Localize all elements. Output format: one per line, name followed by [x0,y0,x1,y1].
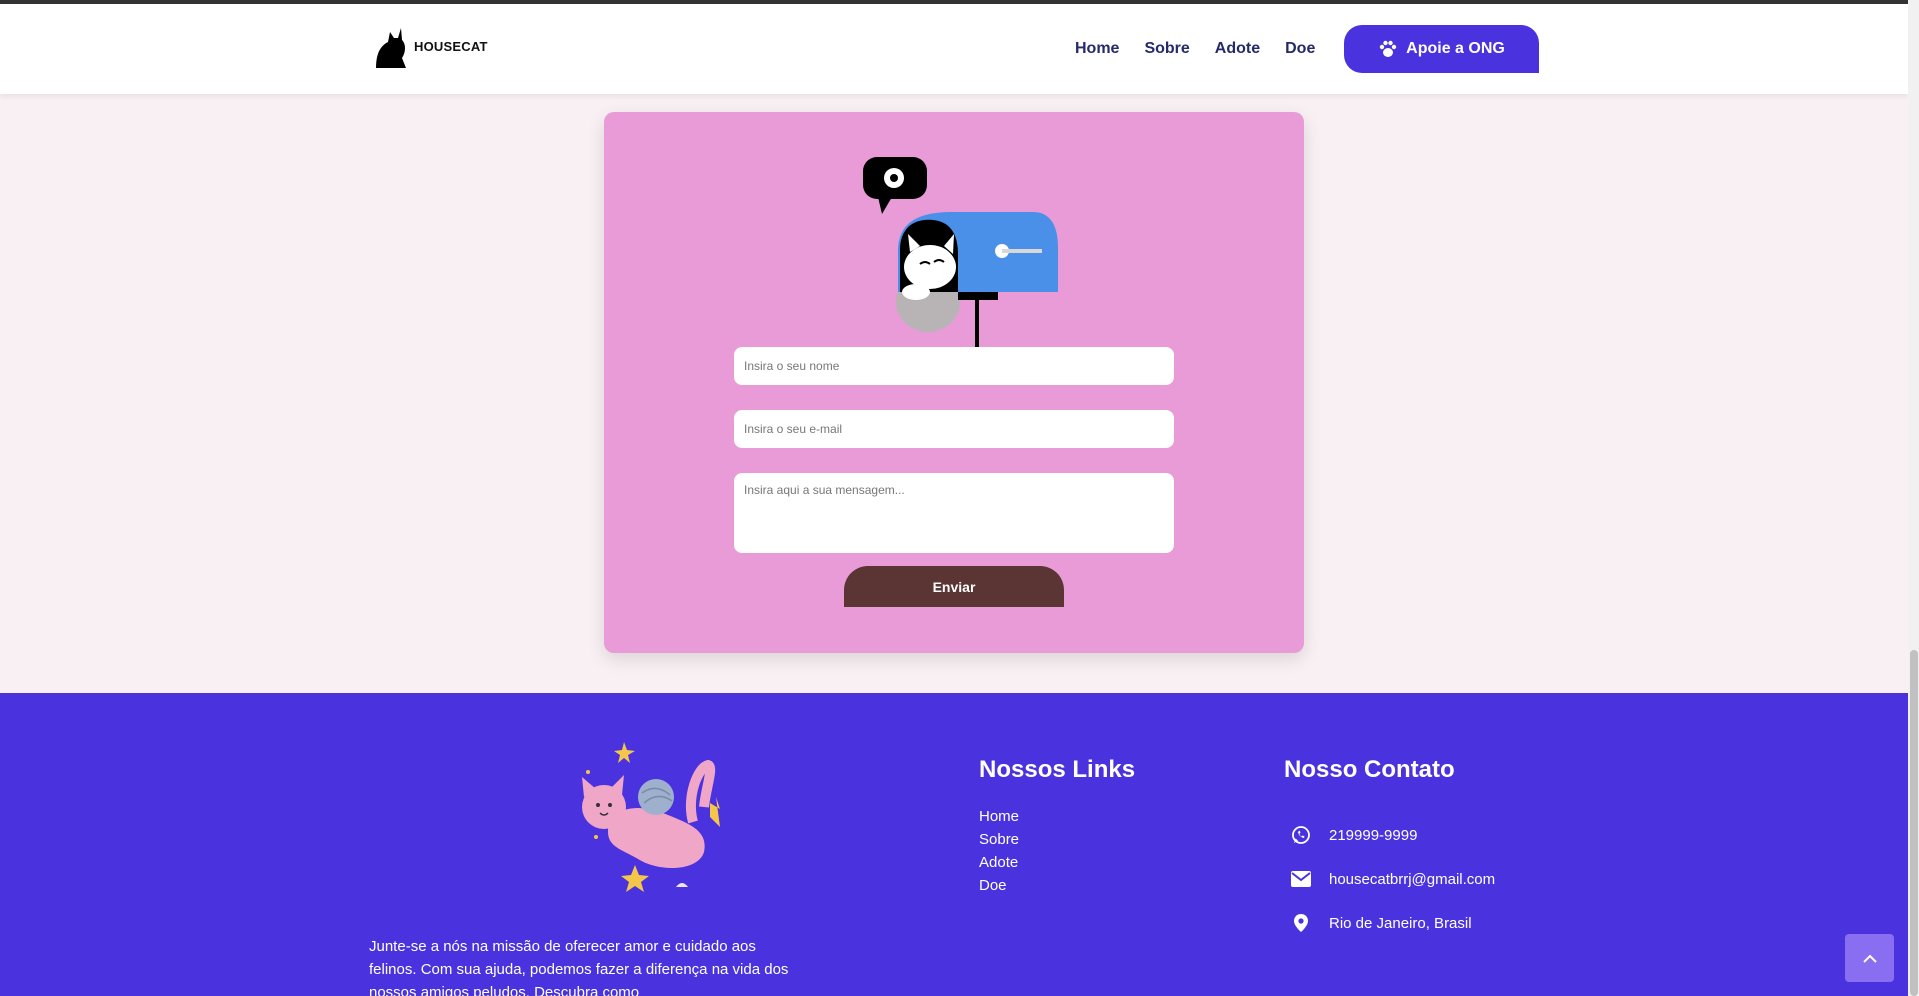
phone-text: 219999-9999 [1329,826,1418,844]
paw-icon [1379,40,1397,57]
cat-logo-icon [376,28,406,68]
contact-location[interactable]: Rio de Janeiro, Brasil [1291,901,1495,945]
name-input[interactable] [734,347,1174,385]
footer-link-adote[interactable]: Adote [979,851,1019,874]
back-to-top-button[interactable] [1845,934,1894,982]
chevron-up-icon [1862,954,1877,963]
main-nav: Home Sobre Adote Doe [1075,40,1315,58]
support-ong-button[interactable]: Apoie a ONG [1344,25,1539,73]
support-ong-label: Apoie a ONG [1406,40,1505,57]
contact-list: 219999-9999 housecatbrrj@gmail.com Rio d… [1291,813,1495,945]
location-text: Rio de Janeiro, Brasil [1329,914,1472,932]
links-title: Nossos Links [979,756,1136,783]
contact-phone[interactable]: 219999-9999 [1291,813,1495,857]
location-pin-icon [1294,914,1308,932]
nav-home[interactable]: Home [1075,40,1119,58]
cat-mailbox-illustration [863,157,1058,357]
site-header: HOUSECAT Home Sobre Adote Doe Apoie a ON… [0,4,1908,94]
submit-button[interactable]: Enviar [844,566,1064,607]
footer-link-home[interactable]: Home [979,805,1019,828]
contact-email[interactable]: housecatbrrj@gmail.com [1291,857,1495,901]
nav-sobre[interactable]: Sobre [1144,40,1189,58]
email-text: housecatbrrj@gmail.com [1329,870,1496,888]
scrollbar-thumb[interactable] [1910,650,1918,996]
nav-doe[interactable]: Doe [1285,40,1315,58]
contact-title: Nosso Contato [1284,756,1455,783]
mail-icon [1291,871,1311,887]
logo-text: HOUSECAT [414,38,488,54]
space-cat-illustration [582,742,720,892]
logo[interactable]: HOUSECAT [372,24,488,68]
contact-card: Enviar [604,112,1304,653]
nav-adote[interactable]: Adote [1215,40,1260,58]
email-input[interactable] [734,410,1174,448]
footer-about-text: Junte-se a nós na missão de oferecer amo… [369,938,789,996]
whatsapp-icon [1292,826,1310,844]
footer-link-doe[interactable]: Doe [979,874,1019,897]
footer-link-sobre[interactable]: Sobre [979,828,1019,851]
footer-links: Home Sobre Adote Doe [979,805,1019,897]
message-textarea[interactable] [734,473,1174,553]
site-footer: Junte-se a nós na missão de oferecer amo… [0,693,1908,996]
